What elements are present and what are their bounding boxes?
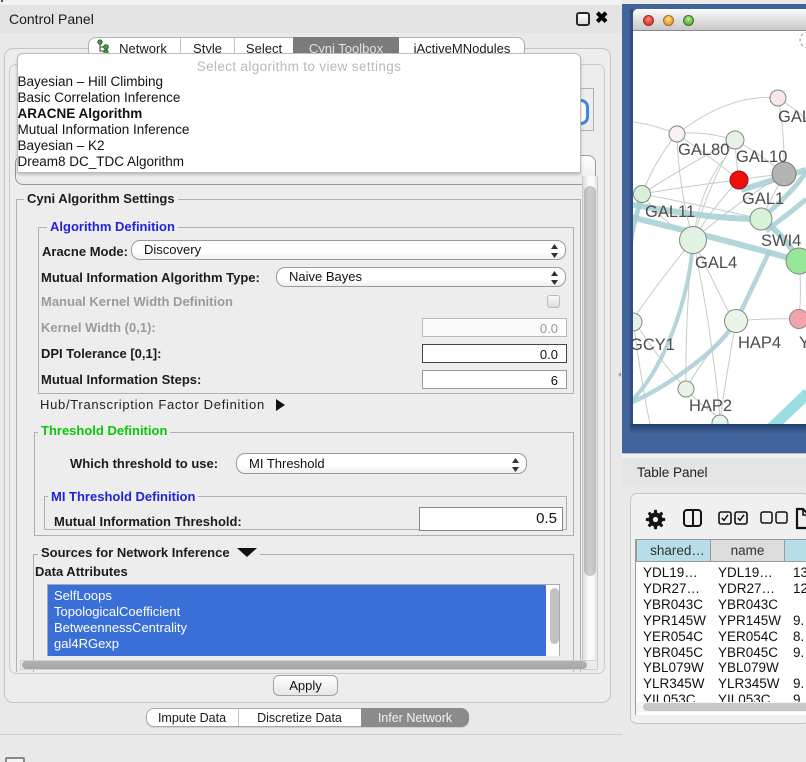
svg-text:SWI4: SWI4 <box>761 232 801 250</box>
svg-text:HAP4: HAP4 <box>738 334 781 352</box>
svg-text:Y: Y <box>799 334 806 352</box>
svg-text:GAL: GAL <box>778 108 806 126</box>
svg-text:HAP2: HAP2 <box>689 397 732 415</box>
svg-text:GAL10: GAL10 <box>736 148 787 166</box>
svg-text:GAL4: GAL4 <box>695 254 737 272</box>
svg-text:GAL11: GAL11 <box>645 203 695 221</box>
svg-text:GCY1: GCY1 <box>633 336 675 354</box>
svg-text:GAL1: GAL1 <box>742 190 784 208</box>
svg-text:GAL80: GAL80 <box>678 141 729 159</box>
